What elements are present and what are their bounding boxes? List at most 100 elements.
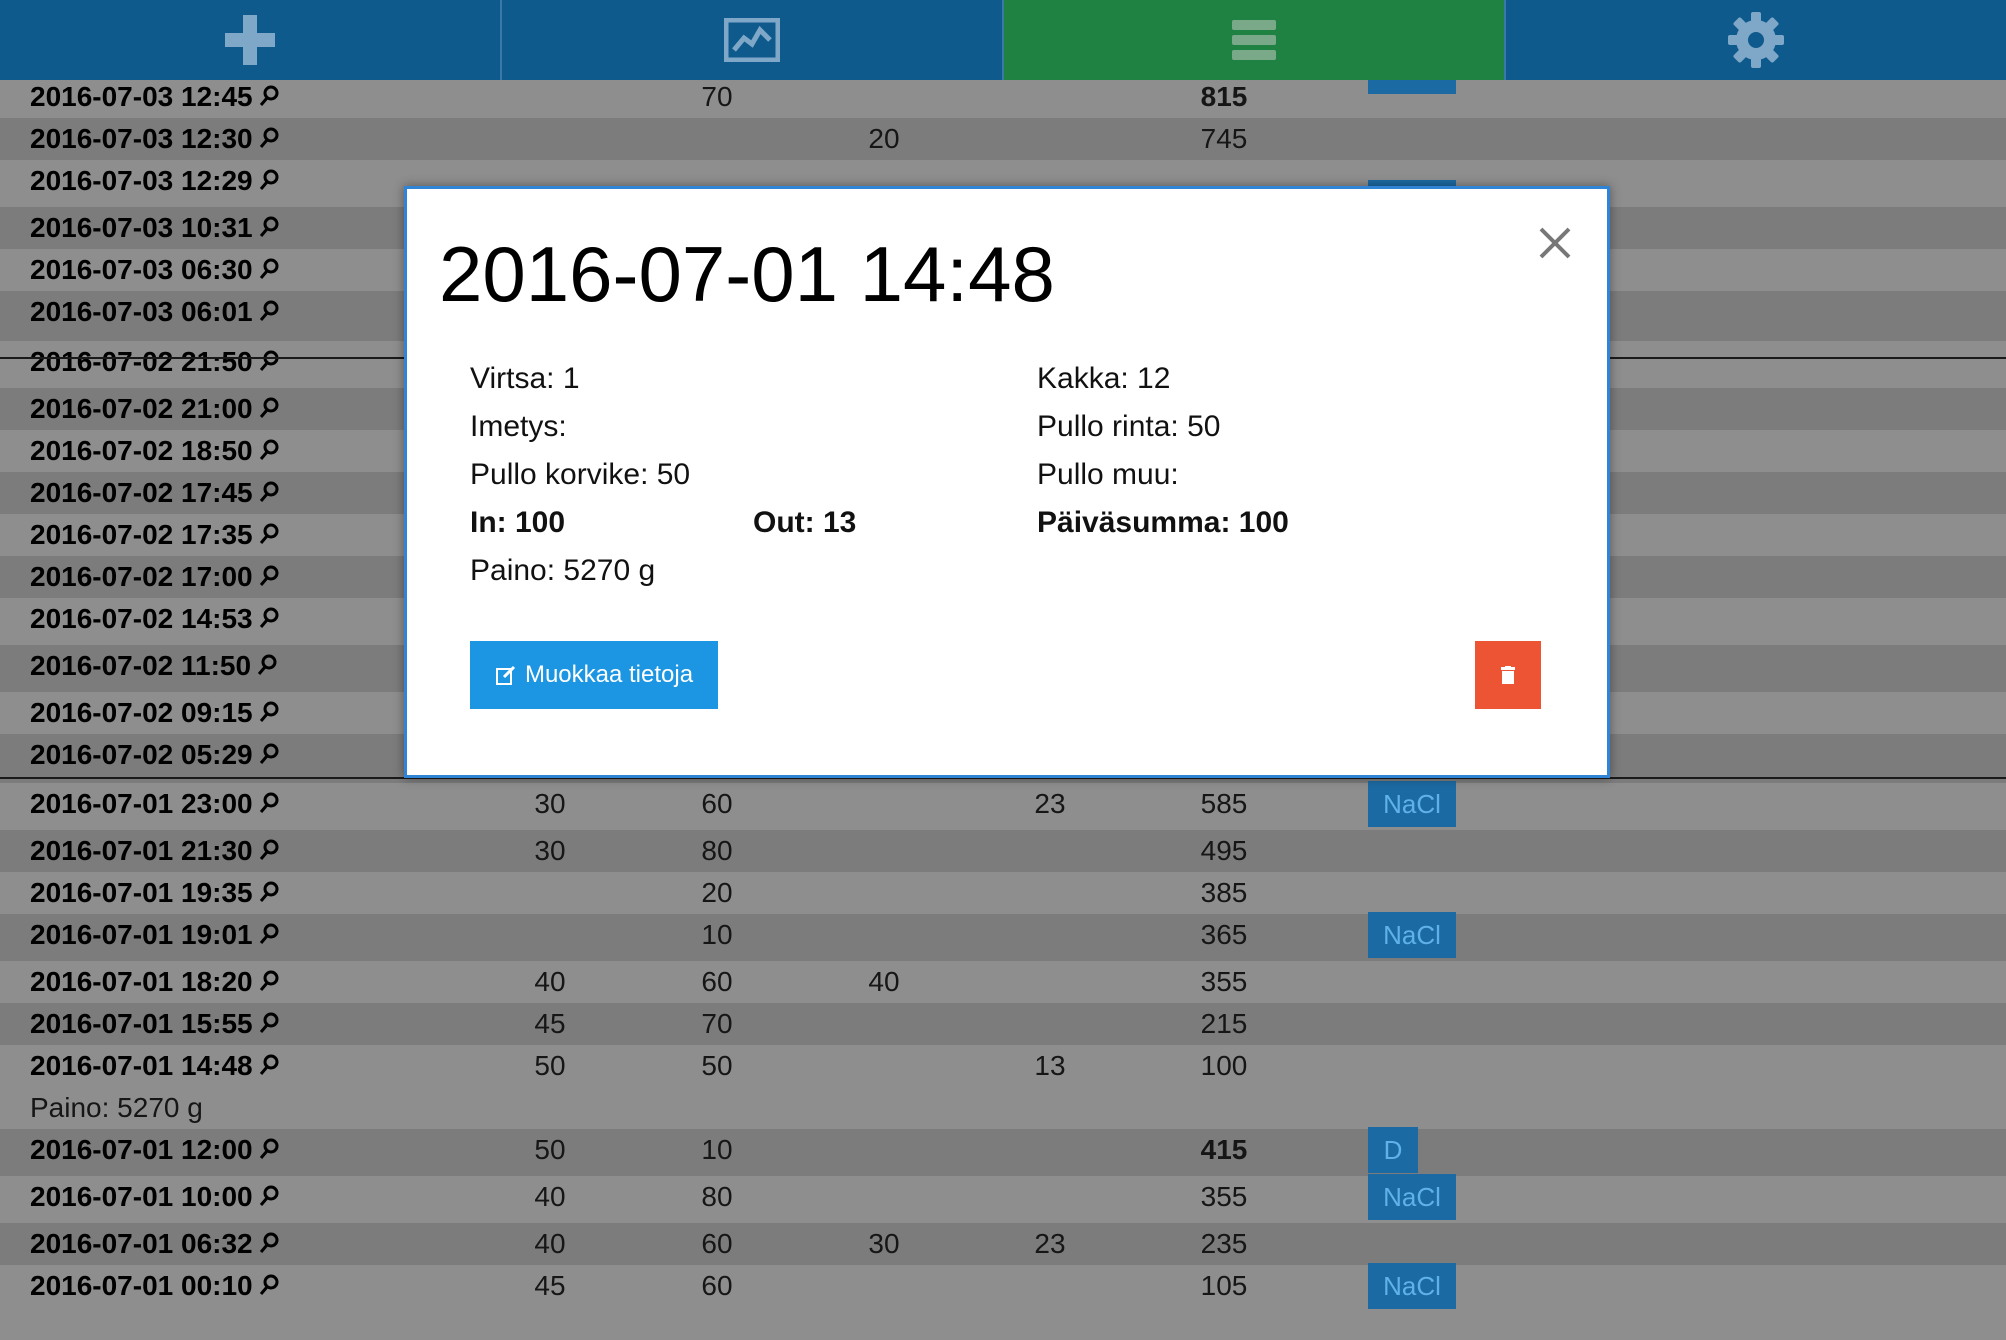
edit-button[interactable]: Muokkaa tietoja [470, 641, 718, 709]
row-value-c5: 815 [1200, 81, 1248, 112]
row-value-c5: 745 [1200, 123, 1248, 154]
tab-chart[interactable] [502, 0, 1004, 80]
row-date-text: 2016-07-01 18:20 [30, 966, 253, 997]
tab-settings[interactable] [1506, 0, 2006, 80]
row-value-c1: 30 [534, 835, 566, 866]
row-date[interactable]: 2016-07-01 15:55 [30, 1003, 279, 1045]
chart-icon [724, 18, 780, 62]
search-icon[interactable] [259, 1185, 279, 1207]
search-icon[interactable] [257, 654, 277, 676]
row-date[interactable]: 2016-07-03 12:29 [30, 160, 279, 202]
table-row[interactable]: 2016-07-03 12:45 70 815 [0, 76, 2006, 118]
search-icon[interactable] [259, 216, 279, 238]
row-date[interactable]: 2016-07-01 19:35 [30, 872, 279, 914]
table-row[interactable]: 2016-07-03 12:30 20 745 [0, 118, 2006, 160]
search-icon[interactable] [259, 481, 279, 503]
row-value-c4: 23 [1034, 788, 1066, 819]
table-row[interactable]: 2016-07-01 19:35 20 385 [0, 872, 2006, 914]
day-sum: Päiväsumma: 100 [1037, 506, 1289, 539]
search-icon[interactable] [259, 397, 279, 419]
row-date[interactable]: 2016-07-01 12:00 [30, 1129, 279, 1171]
row-date[interactable]: 2016-07-01 10:00 [30, 1176, 279, 1218]
row-date[interactable]: 2016-07-01 06:32 [30, 1223, 279, 1265]
search-icon[interactable] [259, 169, 279, 191]
row-date[interactable]: 2016-07-03 12:45 [30, 76, 279, 118]
row-date[interactable]: 2016-07-01 23:00 [30, 783, 279, 825]
row-date-text: 2016-07-03 06:30 [30, 254, 253, 285]
search-icon[interactable] [259, 258, 279, 280]
virtsa-value: Virtsa: 1 [470, 362, 580, 395]
row-date[interactable]: 2016-07-01 18:20 [30, 961, 279, 1003]
row-value-c4: 23 [1034, 1228, 1066, 1259]
table-row[interactable]: 2016-07-01 12:00 50 10 415 D [0, 1127, 2006, 1176]
row-value-c1: 40 [534, 1228, 566, 1259]
delete-button[interactable] [1475, 641, 1541, 709]
search-icon[interactable] [259, 565, 279, 587]
search-icon[interactable] [259, 743, 279, 765]
row-date[interactable]: 2016-07-02 17:45 [30, 472, 279, 514]
row-date-text: 2016-07-02 11:50 [30, 650, 252, 681]
search-icon[interactable] [259, 1232, 279, 1254]
row-date-text: 2016-07-03 12:29 [30, 165, 253, 196]
table-row[interactable]: 2016-07-01 10:00 40 80 355 NaCl [0, 1174, 2006, 1223]
row-value-c2: 70 [701, 81, 733, 112]
row-date[interactable]: 2016-07-03 06:01 [30, 291, 279, 333]
search-icon[interactable] [259, 701, 279, 723]
row-date-text: 2016-07-01 19:35 [30, 877, 253, 908]
search-icon[interactable] [259, 607, 279, 629]
row-date[interactable]: 2016-07-02 21:00 [30, 388, 279, 430]
table-row[interactable]: 2016-07-01 19:01 10 365 NaCl [0, 912, 2006, 961]
row-date[interactable]: 2016-07-01 00:10 [30, 1265, 279, 1307]
search-icon[interactable] [259, 439, 279, 461]
row-value-c2: 80 [701, 1181, 733, 1212]
row-date[interactable]: 2016-07-01 14:48 [30, 1045, 279, 1087]
row-date[interactable]: 2016-07-02 14:53 [30, 598, 279, 640]
row-value-c5: 385 [1200, 877, 1248, 908]
row-value-c5: 495 [1200, 835, 1248, 866]
row-date[interactable]: 2016-07-02 21:50 [30, 341, 279, 383]
search-icon[interactable] [259, 881, 279, 903]
row-date-text: 2016-07-01 21:30 [30, 835, 253, 866]
search-icon[interactable] [259, 1138, 279, 1160]
search-icon[interactable] [259, 923, 279, 945]
search-icon[interactable] [259, 300, 279, 322]
search-icon[interactable] [259, 1274, 279, 1296]
search-icon[interactable] [259, 1012, 279, 1034]
row-date[interactable]: 2016-07-02 05:29 [30, 734, 279, 776]
entry-details-modal: 2016-07-01 14:48 Virtsa: 1 Kakka: 12 Ime… [404, 186, 1610, 778]
row-date[interactable]: 2016-07-02 09:15 [30, 692, 279, 734]
table-row[interactable]: 2016-07-01 21:30 30 80 495 [0, 830, 2006, 872]
search-icon[interactable] [259, 839, 279, 861]
table-row[interactable]: 2016-07-01 14:48 50 50 13 100 [0, 1045, 2006, 1087]
search-icon[interactable] [259, 350, 279, 372]
table-row[interactable]: 2016-07-01 15:55 45 70 215 [0, 1003, 2006, 1045]
edit-button-label: Muokkaa tietoja [524, 661, 694, 688]
search-icon[interactable] [259, 1054, 279, 1076]
row-date[interactable]: 2016-07-03 06:30 [30, 249, 279, 291]
search-icon[interactable] [259, 523, 279, 545]
row-date[interactable]: 2016-07-02 11:50 [30, 645, 277, 687]
close-icon[interactable] [1535, 223, 1575, 263]
row-date[interactable]: 2016-07-02 18:50 [30, 430, 279, 472]
tab-add[interactable] [0, 0, 502, 80]
row-date[interactable]: 2016-07-03 10:31 [30, 207, 279, 249]
search-icon[interactable] [259, 85, 279, 107]
row-value-c5: 355 [1200, 966, 1248, 997]
row-value-c3: 30 [868, 1228, 900, 1259]
row-date[interactable]: 2016-07-02 17:35 [30, 514, 279, 556]
row-date[interactable]: 2016-07-01 21:30 [30, 830, 279, 872]
row-date[interactable]: 2016-07-01 19:01 [30, 914, 279, 956]
search-icon[interactable] [259, 792, 279, 814]
table-row[interactable]: 2016-07-01 06:32 40 60 30 23 235 [0, 1223, 2006, 1265]
row-value-c2: 60 [701, 1270, 733, 1301]
row-date[interactable]: 2016-07-03 12:30 [30, 118, 279, 160]
row-value-c5: 235 [1200, 1228, 1248, 1259]
table-row[interactable]: 2016-07-01 18:20 40 60 40 355 [0, 961, 2006, 1003]
tab-list[interactable] [1004, 0, 1506, 80]
table-row[interactable]: 2016-07-01 23:00 30 60 23 585 NaCl [0, 781, 2006, 830]
table-row[interactable]: 2016-07-01 00:10 45 60 105 NaCl [0, 1263, 2006, 1340]
search-icon[interactable] [259, 970, 279, 992]
row-date[interactable]: 2016-07-02 17:00 [30, 556, 279, 598]
search-icon[interactable] [259, 127, 279, 149]
row-date-text: 2016-07-01 15:55 [30, 1008, 253, 1039]
